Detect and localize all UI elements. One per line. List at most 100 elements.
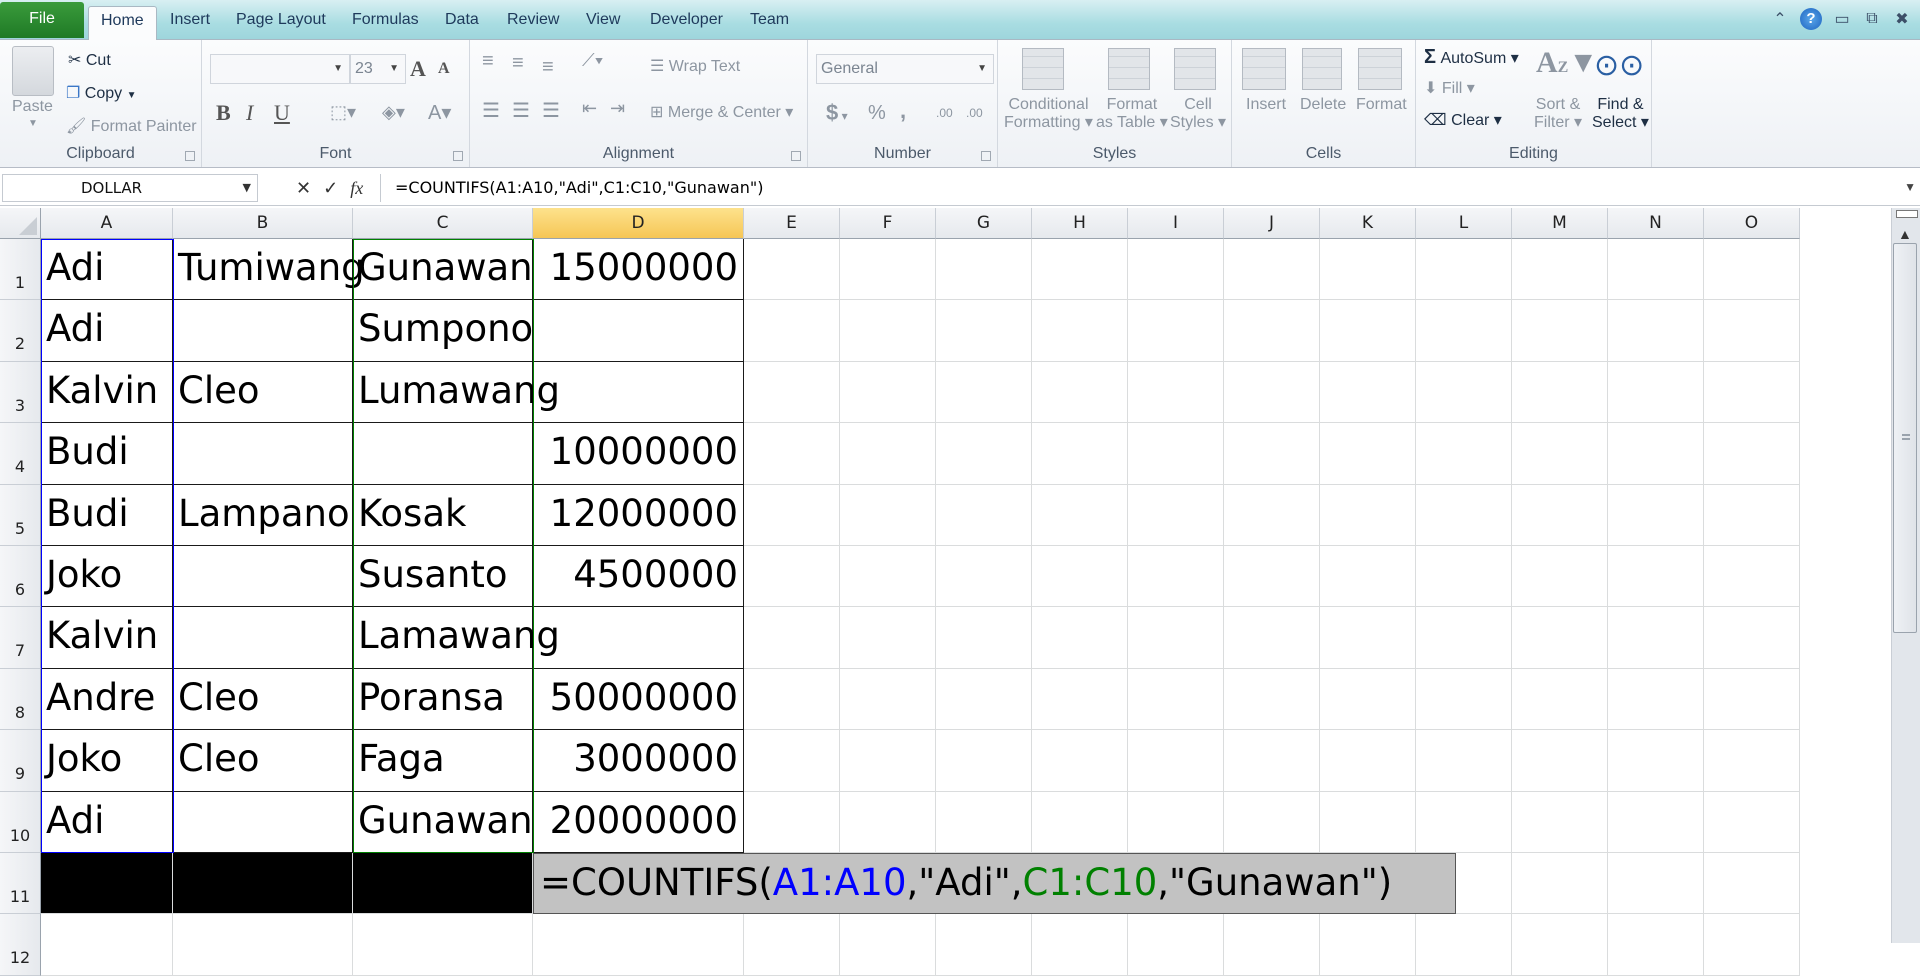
cell-l7[interactable] [1416, 607, 1512, 669]
cell-e10[interactable] [744, 791, 840, 853]
cell-i12[interactable] [1128, 914, 1224, 976]
clear-button[interactable]: ⌫ Clear ▾ [1424, 110, 1502, 130]
cell-b4[interactable] [173, 423, 353, 485]
format-cells-icon[interactable] [1358, 48, 1402, 90]
column-header-l[interactable]: L [1416, 208, 1512, 239]
cell-n3[interactable] [1608, 361, 1704, 424]
cell-k9[interactable] [1320, 730, 1416, 792]
paste-dropdown-icon[interactable]: ▼ [28, 118, 38, 129]
name-box[interactable]: DOLLAR ▼ [2, 174, 258, 202]
clipboard-launcher-icon[interactable] [185, 151, 195, 161]
cell-m5[interactable] [1512, 484, 1608, 546]
column-header-a[interactable]: A [41, 208, 173, 239]
cell-e9[interactable] [744, 730, 840, 792]
cell-styles-icon[interactable] [1174, 48, 1216, 90]
vertical-scrollbar[interactable]: ▲ [1891, 208, 1920, 943]
column-header-h[interactable]: H [1032, 208, 1128, 239]
copy-button[interactable]: ❐ Copy ▼ [66, 83, 137, 103]
column-header-m[interactable]: M [1512, 208, 1608, 239]
alignment-launcher-icon[interactable] [791, 151, 801, 161]
cell-d3[interactable] [533, 361, 744, 424]
cell-k5[interactable] [1320, 484, 1416, 546]
tab-developer[interactable]: Developer [638, 6, 735, 40]
scroll-thumb[interactable] [1893, 243, 1917, 633]
cell-j3[interactable] [1224, 361, 1320, 424]
column-header-e[interactable]: E [744, 208, 840, 239]
tab-team[interactable]: Team [738, 6, 801, 40]
delete-cells-icon[interactable] [1302, 48, 1342, 90]
column-header-j[interactable]: J [1224, 208, 1320, 239]
column-header-n[interactable]: N [1608, 208, 1704, 239]
cell-c7[interactable]: Lamawang [353, 607, 560, 669]
row-header-4[interactable]: 4 [0, 423, 41, 485]
cell-e3[interactable] [744, 361, 840, 424]
cell-k1[interactable] [1320, 239, 1416, 301]
cell-e12[interactable] [744, 914, 840, 976]
row-header-5[interactable]: 5 [0, 484, 41, 546]
row-header-3[interactable]: 3 [0, 361, 41, 424]
cell-c3[interactable]: Lumawang [353, 361, 560, 424]
row-header-9[interactable]: 9 [0, 730, 41, 792]
column-header-g[interactable]: G [936, 208, 1032, 239]
row-header-10[interactable]: 10 [0, 791, 41, 853]
cell-c4[interactable] [353, 423, 533, 485]
cell-n1[interactable] [1608, 239, 1704, 301]
cell-m4[interactable] [1512, 423, 1608, 485]
cell-c11[interactable] [353, 853, 533, 915]
cell-h7[interactable] [1032, 607, 1128, 669]
cell-i10[interactable] [1128, 791, 1224, 853]
fill-button[interactable]: ⬇ Fill ▾ [1424, 78, 1475, 98]
cell-a10[interactable]: Adi [41, 791, 173, 853]
cell-d8[interactable]: 50000000 [533, 668, 744, 731]
cell-m8[interactable] [1512, 668, 1608, 731]
cell-m11[interactable] [1512, 853, 1608, 915]
close-icon[interactable]: ✖ [1892, 9, 1912, 29]
tab-page-layout[interactable]: Page Layout [224, 6, 338, 40]
restore-icon[interactable]: ⧉ [1862, 10, 1882, 28]
cell-a9[interactable]: Joko [41, 730, 173, 792]
font-name-combo[interactable]: ▼ [210, 54, 350, 84]
cell-f8[interactable] [840, 668, 936, 731]
cell-o3[interactable] [1704, 361, 1800, 424]
wrap-text-button[interactable]: ☰ Wrap Text [650, 56, 740, 76]
cell-g10[interactable] [936, 791, 1032, 853]
cell-l10[interactable] [1416, 791, 1512, 853]
merge-center-button[interactable]: ⊞ Merge & Center ▾ [650, 102, 793, 122]
sort-filter-icon[interactable]: AZ▼ [1536, 46, 1598, 80]
cell-f6[interactable] [840, 546, 936, 608]
column-header-i[interactable]: I [1128, 208, 1224, 239]
cell-o9[interactable] [1704, 730, 1800, 792]
cell-e5[interactable] [744, 484, 840, 546]
cell-o4[interactable] [1704, 423, 1800, 485]
cell-d1[interactable]: 15000000 [533, 239, 744, 301]
cell-h2[interactable] [1032, 300, 1128, 362]
cell-b3[interactable]: Cleo [173, 361, 353, 424]
decrease-indent-icon[interactable]: ⇤ [582, 98, 597, 119]
insert-function-icon[interactable]: fx [350, 178, 363, 199]
font-launcher-icon[interactable] [453, 151, 463, 161]
column-header-f[interactable]: F [840, 208, 936, 239]
cell-c2[interactable]: Sumpono [353, 300, 533, 362]
cell-b2[interactable] [173, 300, 353, 362]
number-format-combo[interactable]: General ▼ [816, 54, 994, 84]
cell-k12[interactable] [1320, 914, 1416, 976]
cell-n8[interactable] [1608, 668, 1704, 731]
align-middle-icon[interactable]: ≡ [512, 52, 524, 75]
cell-a2[interactable]: Adi [41, 300, 173, 362]
cell-k3[interactable] [1320, 361, 1416, 424]
cell-b8[interactable]: Cleo [173, 668, 353, 731]
cell-l6[interactable] [1416, 546, 1512, 608]
cell-g6[interactable] [936, 546, 1032, 608]
borders-icon[interactable]: ⬚▾ [330, 102, 356, 123]
italic-button[interactable]: I [246, 100, 253, 126]
cell-g1[interactable] [936, 239, 1032, 301]
find-select-button[interactable]: Find & Select ▾ [1592, 96, 1649, 132]
cell-m10[interactable] [1512, 791, 1608, 853]
cell-i1[interactable] [1128, 239, 1224, 301]
cell-o10[interactable] [1704, 791, 1800, 853]
cell-k8[interactable] [1320, 668, 1416, 731]
cell-h6[interactable] [1032, 546, 1128, 608]
cancel-icon[interactable]: ✕ [296, 178, 311, 199]
cell-a4[interactable]: Budi [41, 423, 173, 485]
cell-l12[interactable] [1416, 914, 1512, 976]
